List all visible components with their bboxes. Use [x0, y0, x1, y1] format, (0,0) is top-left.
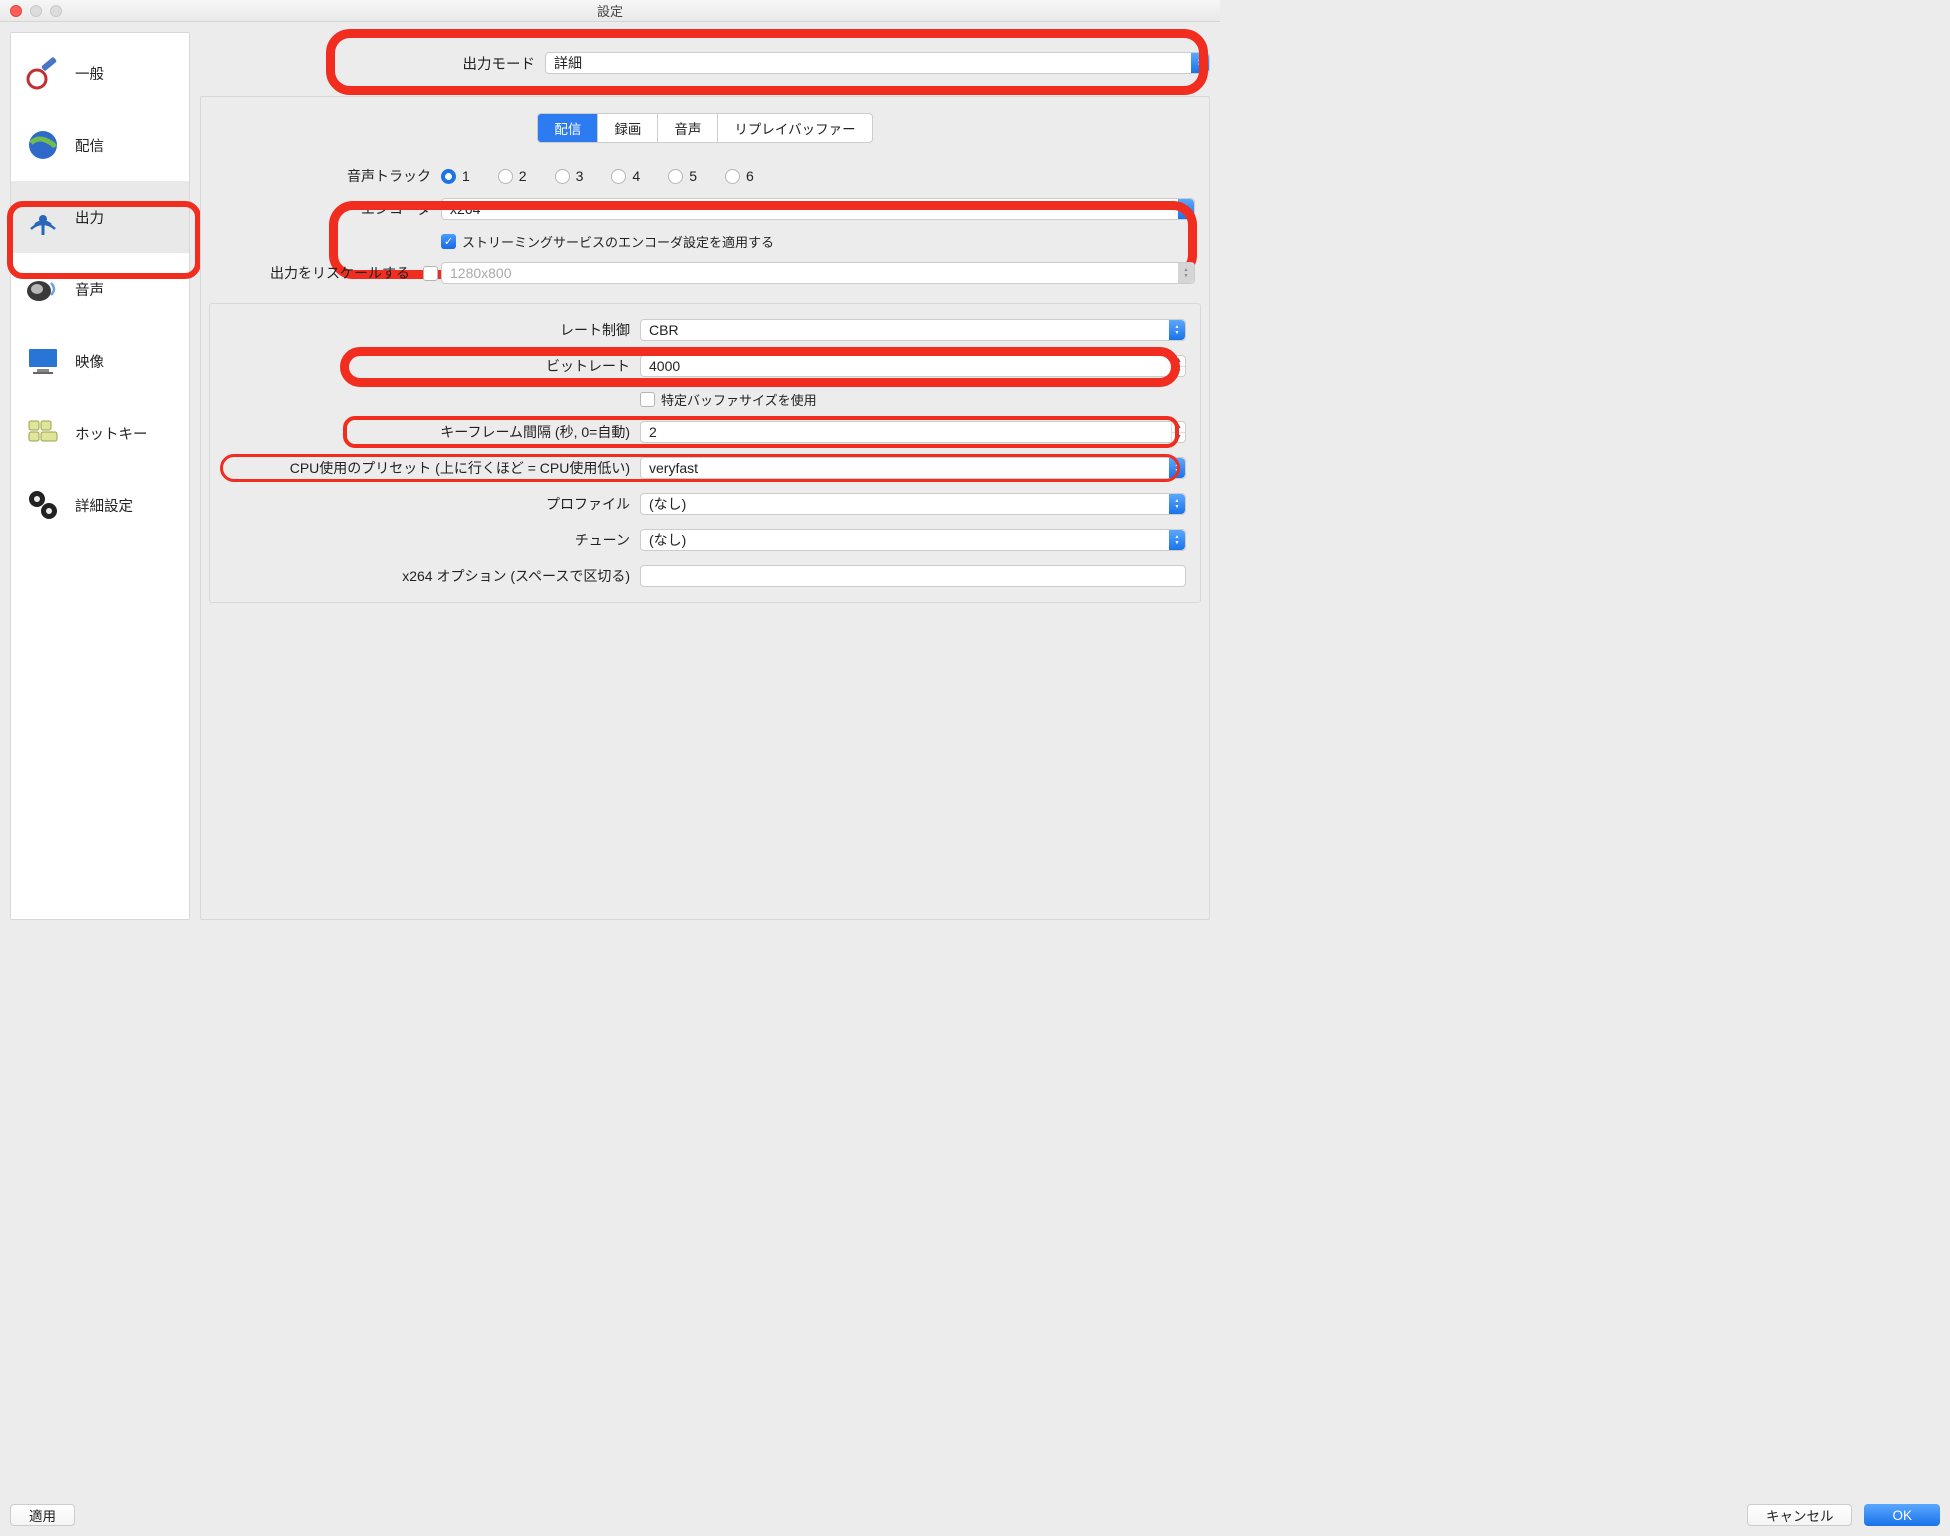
- sidebar-item-output[interactable]: 出力: [11, 181, 189, 253]
- titlebar: 設定: [0, 0, 1220, 22]
- sidebar-item-stream[interactable]: 配信: [11, 109, 189, 181]
- encoder-label: エンコーダ: [201, 199, 441, 219]
- chevron-updown-icon: [1178, 199, 1194, 219]
- audio-track-3[interactable]: 3: [555, 168, 584, 184]
- main-panel: 出力モード 詳細 配信 録画 音声 リプレイバッファー 音声トラック: [200, 32, 1210, 920]
- radio-icon: [441, 169, 456, 184]
- apply-service-label: ストリーミングサービスのエンコーダ設定を適用する: [462, 232, 774, 251]
- apply-service-checkbox[interactable]: ✓: [441, 234, 456, 249]
- streaming-form: 音声トラック 1 2 3 4 5 6 エンコーダ: [201, 161, 1209, 603]
- encoder-select[interactable]: x264: [441, 198, 1195, 220]
- sidebar-item-general[interactable]: 一般: [11, 37, 189, 109]
- tune-select[interactable]: (なし): [640, 529, 1186, 551]
- profile-select[interactable]: (なし): [640, 493, 1186, 515]
- sidebar-item-label: 詳細設定: [75, 495, 133, 516]
- wrench-icon: [21, 51, 65, 95]
- radio-icon: [555, 169, 570, 184]
- radio-icon: [498, 169, 513, 184]
- broadcast-icon: [21, 195, 65, 239]
- bitrate-input[interactable]: 4000 ▲▼: [640, 355, 1186, 377]
- rate-control-select[interactable]: CBR: [640, 319, 1186, 341]
- footer: 適用 キャンセル OK: [0, 1494, 1950, 1536]
- output-mode-value: 詳細: [554, 53, 582, 73]
- radio-icon: [668, 169, 683, 184]
- sidebar-item-label: 映像: [75, 351, 104, 372]
- sidebar-item-advanced[interactable]: 詳細設定: [11, 469, 189, 541]
- globe-icon: [21, 123, 65, 167]
- audio-track-4[interactable]: 4: [611, 168, 640, 184]
- sidebar-item-label: ホットキー: [75, 423, 148, 444]
- output-mode-row: 出力モード 詳細: [200, 32, 1210, 96]
- cpu-preset-select[interactable]: veryfast: [640, 457, 1186, 479]
- output-mode-label: 出力モード: [200, 53, 545, 74]
- sidebar-item-video[interactable]: 映像: [11, 325, 189, 397]
- custom-buffer-checkbox[interactable]: [640, 392, 655, 407]
- rescale-select: 1280x800: [441, 262, 1195, 284]
- monitor-icon: [21, 339, 65, 383]
- profile-label: プロファイル: [210, 494, 640, 514]
- radio-icon: [725, 169, 740, 184]
- sidebar-item-audio[interactable]: 音声: [11, 253, 189, 325]
- x264-opts-input[interactable]: [640, 565, 1186, 587]
- tab-replay-buffer[interactable]: リプレイバッファー: [718, 114, 871, 142]
- tab-audio[interactable]: 音声: [658, 114, 718, 142]
- rate-control-label: レート制御: [210, 320, 640, 340]
- keyframe-label: キーフレーム間隔 (秒, 0=自動): [210, 422, 640, 442]
- audio-track-label: 音声トラック: [201, 166, 441, 186]
- custom-buffer-label: 特定バッファサイズを使用: [661, 390, 817, 409]
- audio-track-5[interactable]: 5: [668, 168, 697, 184]
- audio-track-2[interactable]: 2: [498, 168, 527, 184]
- cpu-preset-label: CPU使用のプリセット (上に行くほど = CPU使用低い): [210, 458, 640, 478]
- chevron-updown-icon: [1169, 494, 1185, 514]
- cancel-button[interactable]: キャンセル: [1747, 1504, 1853, 1526]
- rescale-checkbox[interactable]: [423, 266, 438, 281]
- audio-track-group: 1 2 3 4 5 6: [441, 168, 754, 184]
- chevron-updown-icon: [1169, 320, 1185, 340]
- chevron-updown-icon: [1169, 458, 1185, 478]
- content-area: 配信 録画 音声 リプレイバッファー 音声トラック 1 2 3 4: [200, 96, 1210, 920]
- spinner-icon[interactable]: ▲▼: [1171, 422, 1185, 442]
- sidebar-item-hotkeys[interactable]: ホットキー: [11, 397, 189, 469]
- spinner-icon[interactable]: ▲▼: [1171, 356, 1185, 376]
- ok-button[interactable]: OK: [1864, 1504, 1940, 1526]
- tab-streaming[interactable]: 配信: [538, 114, 598, 142]
- tune-label: チューン: [210, 530, 640, 550]
- gears-icon: [21, 483, 65, 527]
- sidebar-item-label: 配信: [75, 135, 104, 156]
- sidebar-item-label: 音声: [75, 279, 104, 300]
- chevron-updown-icon: [1191, 53, 1209, 73]
- output-tabs: 配信 録画 音声 リプレイバッファー: [537, 113, 872, 143]
- encoder-settings-group: レート制御 CBR ビットレート 4000: [209, 303, 1201, 603]
- x264-opts-label: x264 オプション (スペースで区切る): [210, 566, 640, 586]
- output-mode-select[interactable]: 詳細: [545, 52, 1210, 74]
- chevron-updown-icon: [1169, 530, 1185, 550]
- keyframe-input[interactable]: 2 ▲▼: [640, 421, 1186, 443]
- tab-recording[interactable]: 録画: [598, 114, 658, 142]
- sidebar: 一般 配信 出力 音声 映像: [10, 32, 190, 920]
- apply-button[interactable]: 適用: [10, 1504, 75, 1526]
- bitrate-label: ビットレート: [210, 356, 640, 376]
- speaker-icon: [21, 267, 65, 311]
- keyboard-icon: [21, 411, 65, 455]
- chevron-updown-icon: [1178, 263, 1194, 283]
- audio-track-6[interactable]: 6: [725, 168, 754, 184]
- sidebar-item-label: 一般: [75, 63, 104, 84]
- window-title: 設定: [0, 1, 1220, 20]
- rescale-label: 出力をリスケールする: [201, 263, 420, 283]
- radio-icon: [611, 169, 626, 184]
- sidebar-item-label: 出力: [75, 207, 104, 228]
- audio-track-1[interactable]: 1: [441, 168, 470, 184]
